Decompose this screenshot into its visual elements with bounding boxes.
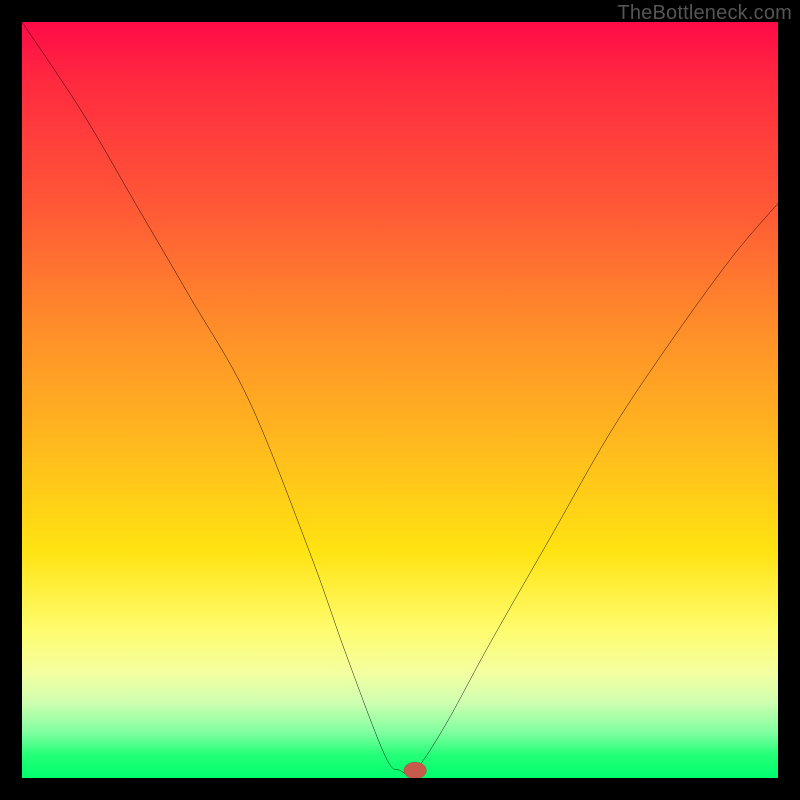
optimal-point-marker bbox=[22, 22, 778, 778]
chart-frame: TheBottleneck.com bbox=[0, 0, 800, 800]
watermark-text: TheBottleneck.com bbox=[617, 2, 792, 25]
plot-area bbox=[22, 22, 778, 778]
